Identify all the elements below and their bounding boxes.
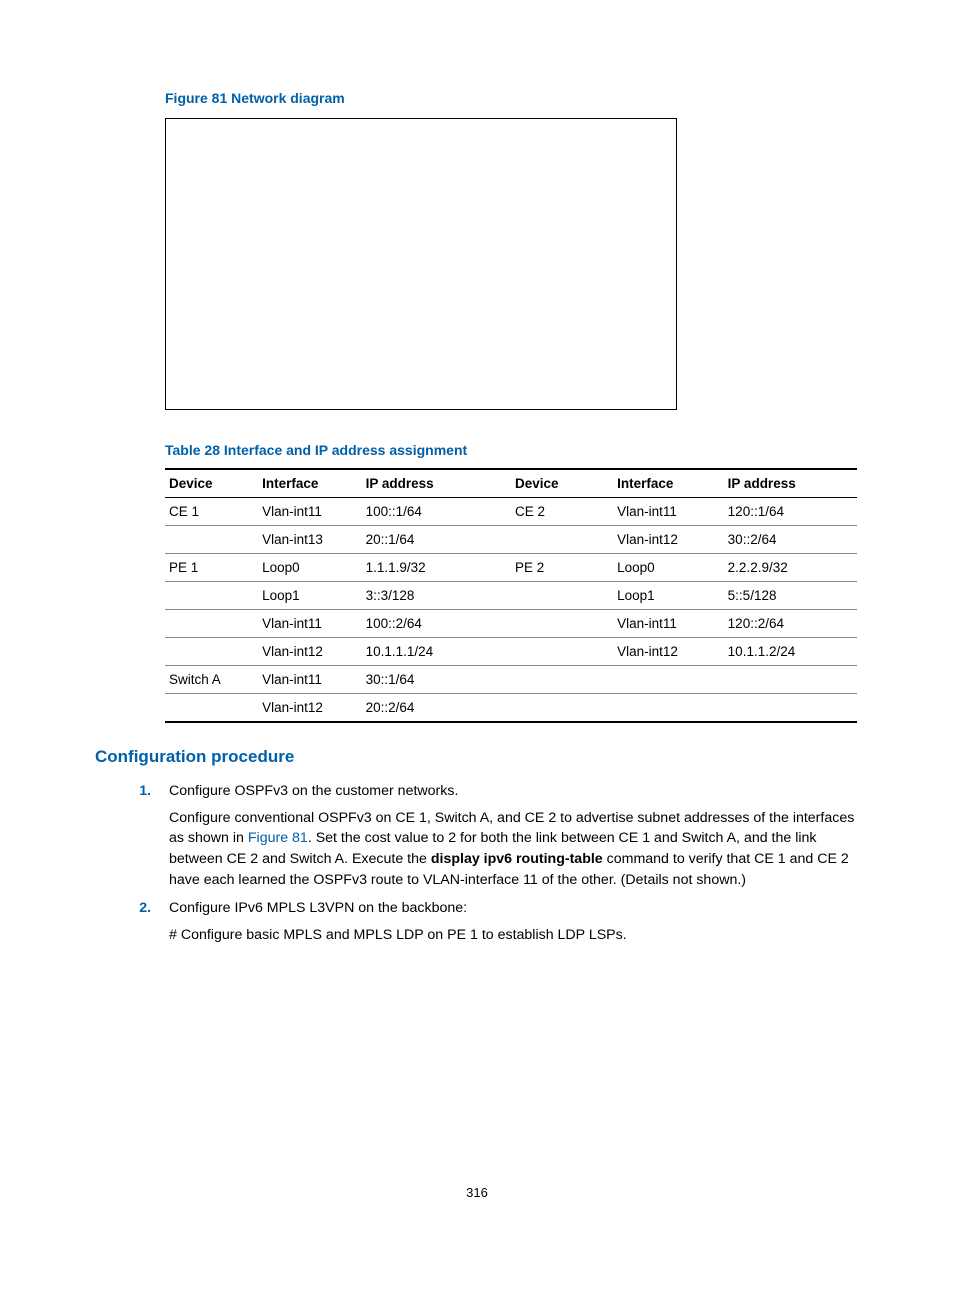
table-row: Switch A Vlan-int11 30::1/64 <box>165 666 857 694</box>
cell: PE 2 <box>511 554 613 582</box>
cell: 2.2.2.9/32 <box>724 554 857 582</box>
cell: 10.1.1.2/24 <box>724 638 857 666</box>
th-ip-1: IP address <box>362 469 511 498</box>
step-1: Configure OSPFv3 on the customer network… <box>155 781 859 890</box>
cell: CE 1 <box>165 498 258 526</box>
cell <box>613 666 724 694</box>
cell: Loop1 <box>613 582 724 610</box>
cell: Vlan-int11 <box>613 610 724 638</box>
table-row: Vlan-int12 10.1.1.1/24 Vlan-int12 10.1.1… <box>165 638 857 666</box>
cell: PE 1 <box>165 554 258 582</box>
cell: Vlan-int12 <box>258 638 361 666</box>
cell <box>724 694 857 723</box>
cell: 30::2/64 <box>724 526 857 554</box>
step-2: Configure IPv6 MPLS L3VPN on the backbon… <box>155 898 859 945</box>
cell <box>165 638 258 666</box>
table-row: Vlan-int11 100::2/64 Vlan-int11 120::2/6… <box>165 610 857 638</box>
cell: CE 2 <box>511 498 613 526</box>
cell: 5::5/128 <box>724 582 857 610</box>
step-1-paragraph: Configure conventional OSPFv3 on CE 1, S… <box>169 808 859 890</box>
table-caption: Table 28 Interface and IP address assign… <box>165 442 859 458</box>
network-diagram-placeholder <box>165 118 677 410</box>
figure-link[interactable]: Figure 81 <box>248 830 308 846</box>
th-ip-2: IP address <box>724 469 857 498</box>
cell <box>511 526 613 554</box>
cell <box>511 694 613 723</box>
interface-ip-table: Device Interface IP address Device Inter… <box>165 468 857 723</box>
table-row: PE 1 Loop0 1.1.1.9/32 PE 2 Loop0 2.2.2.9… <box>165 554 857 582</box>
cell: Vlan-int11 <box>258 666 361 694</box>
cell: 3::3/128 <box>362 582 511 610</box>
cell <box>511 582 613 610</box>
cell <box>511 638 613 666</box>
page-number: 316 <box>95 1185 859 1200</box>
cell <box>613 694 724 723</box>
cell: 20::2/64 <box>362 694 511 723</box>
th-interface-1: Interface <box>258 469 361 498</box>
cell <box>165 582 258 610</box>
cell: 100::2/64 <box>362 610 511 638</box>
command-text: display ipv6 routing-table <box>431 851 603 867</box>
cell <box>511 610 613 638</box>
cell: Loop0 <box>613 554 724 582</box>
step-2-title: Configure IPv6 MPLS L3VPN on the backbon… <box>169 900 467 916</box>
cell: Vlan-int12 <box>613 638 724 666</box>
cell <box>165 694 258 723</box>
cell <box>165 610 258 638</box>
cell: Loop1 <box>258 582 361 610</box>
cell: Vlan-int11 <box>613 498 724 526</box>
figure-caption: Figure 81 Network diagram <box>165 90 859 106</box>
th-interface-2: Interface <box>613 469 724 498</box>
step-2-line: # Configure basic MPLS and MPLS LDP on P… <box>169 925 859 946</box>
cell: 1.1.1.9/32 <box>362 554 511 582</box>
table-row: Vlan-int13 20::1/64 Vlan-int12 30::2/64 <box>165 526 857 554</box>
table-row: Loop1 3::3/128 Loop1 5::5/128 <box>165 582 857 610</box>
cell: Vlan-int12 <box>613 526 724 554</box>
cell: 20::1/64 <box>362 526 511 554</box>
cell <box>165 526 258 554</box>
cell: Vlan-int12 <box>258 694 361 723</box>
cell: Switch A <box>165 666 258 694</box>
step-1-title: Configure OSPFv3 on the customer network… <box>169 783 458 799</box>
cell: 100::1/64 <box>362 498 511 526</box>
cell: Loop0 <box>258 554 361 582</box>
section-heading: Configuration procedure <box>95 747 859 767</box>
table-row: CE 1 Vlan-int11 100::1/64 CE 2 Vlan-int1… <box>165 498 857 526</box>
cell <box>511 666 613 694</box>
th-device-1: Device <box>165 469 258 498</box>
table-header-row: Device Interface IP address Device Inter… <box>165 469 857 498</box>
cell: 120::1/64 <box>724 498 857 526</box>
cell: 120::2/64 <box>724 610 857 638</box>
th-device-2: Device <box>511 469 613 498</box>
procedure-list: Configure OSPFv3 on the customer network… <box>127 781 859 945</box>
cell: 30::1/64 <box>362 666 511 694</box>
cell <box>724 666 857 694</box>
cell: Vlan-int11 <box>258 498 361 526</box>
cell: 10.1.1.1/24 <box>362 638 511 666</box>
cell: Vlan-int11 <box>258 610 361 638</box>
cell: Vlan-int13 <box>258 526 361 554</box>
table-row: Vlan-int12 20::2/64 <box>165 694 857 723</box>
